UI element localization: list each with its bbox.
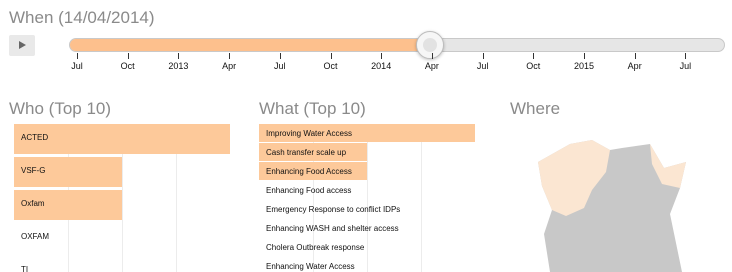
who-title: Who (Top 10) — [9, 99, 112, 118]
timeline-tick-label: Jul — [679, 61, 692, 71]
timeline-tick — [381, 53, 383, 59]
timeline-tick-label: 2013 — [168, 61, 189, 71]
timeline-tick — [533, 53, 535, 59]
play-button[interactable] — [9, 35, 35, 56]
what-bar-label: Cash transfer scale up — [266, 148, 347, 157]
what-title: What (Top 10) — [259, 99, 366, 118]
who-bar-label: Oxfam — [21, 199, 45, 208]
timeline-tick — [279, 53, 281, 59]
timeline-tick — [584, 53, 585, 59]
what-bar-label: Enhancing Food Access — [266, 167, 352, 176]
who-bar-row[interactable]: ACTED — [14, 124, 230, 154]
who-bar-label: VSF-G — [21, 166, 46, 175]
timeline-tick-label: Jul — [274, 61, 286, 71]
timeline-tick — [482, 53, 484, 59]
what-bar-label: Enhancing WASH and shelter access — [266, 224, 399, 233]
timeline-tick — [178, 53, 180, 59]
who-bar-row[interactable]: OXFAM — [14, 223, 230, 249]
timeline-tick-label: 2014 — [371, 61, 392, 71]
timeline-slider-handle[interactable] — [415, 31, 444, 59]
what-bar-chart: Improving Water Access Cash transfer scal… — [259, 124, 475, 272]
who-bar-chart: ACTED VSF-G Oxfam OXFAM TI — [14, 124, 230, 272]
timeline-tick — [330, 53, 332, 59]
what-bar-label: Emergency Response to conflict IDPs — [266, 205, 401, 214]
timeline-tick-label: Oct — [323, 61, 338, 71]
timeline-tick — [77, 53, 78, 59]
timeline-slider-track[interactable] — [69, 38, 725, 52]
timeline-tick-label: Apr — [222, 61, 237, 71]
where-title: Where — [510, 99, 561, 118]
who-bar-label: ACTED — [21, 133, 49, 142]
what-bar-label: Enhancing Food access — [266, 186, 352, 195]
what-bar-row[interactable]: Enhancing Water Access — [259, 257, 475, 272]
timeline-tick-label: Jul — [71, 61, 83, 71]
who-bar-row[interactable]: VSF-G — [14, 157, 230, 187]
timeline-tick — [634, 53, 636, 59]
timeline-slider-fill — [70, 39, 431, 51]
who-bar-row[interactable]: Oxfam — [14, 190, 230, 220]
what-bar-label: Enhancing Water Access — [266, 262, 355, 271]
who-bar-label: TI — [21, 265, 29, 272]
timeline-tick-label: Apr — [627, 61, 642, 71]
timeline-tick-label: Oct — [526, 61, 541, 71]
what-bar-label: Cholera Outbreak response — [266, 243, 365, 252]
who-bar-row[interactable]: TI — [14, 256, 230, 272]
where-map — [530, 124, 732, 272]
when-title: When (14/04/2014) — [9, 8, 155, 27]
timeline-tick — [685, 53, 687, 59]
timeline-tick-label: Oct — [120, 61, 135, 71]
play-icon — [19, 41, 26, 49]
timeline-tick — [127, 53, 129, 59]
timeline-tick-label: 2015 — [573, 61, 595, 71]
what-bar-label: Improving Water Access — [266, 129, 352, 138]
timeline-tick — [229, 53, 231, 59]
who-bar-label: OXFAM — [21, 232, 50, 241]
timeline-tick-label: Apr — [424, 61, 439, 71]
timeline-tick-label: Jul — [476, 61, 489, 71]
